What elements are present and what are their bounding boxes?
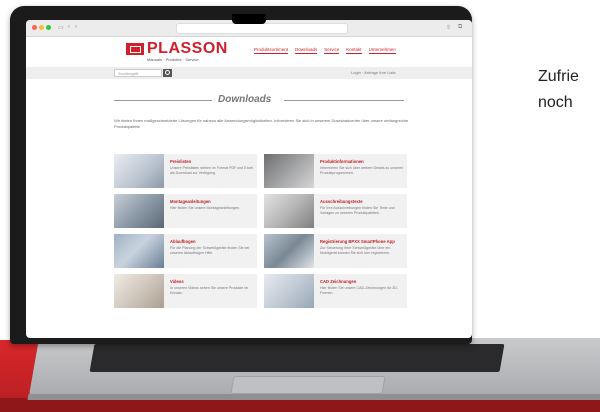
download-tile[interactable]: Montageanleitungen Hier finden Sie unser… (114, 194, 257, 228)
download-tile[interactable]: Ablaufbogen Für die Planung der Schweißg… (114, 234, 257, 268)
nav-item-downloads[interactable]: Downloads (295, 47, 318, 54)
account-links[interactable]: Login · Anfrage Ihre Liste (351, 70, 396, 75)
laptop-front-edge (27, 394, 600, 400)
tile-thumbnail (264, 234, 314, 268)
side-caption: Zufrie noch (538, 64, 579, 116)
caption-line-2: noch (538, 94, 573, 111)
tile-title: Preislisten (170, 159, 192, 164)
search-bar-strip: Suchbegriff Login · Anfrage Ihre Liste (26, 67, 472, 79)
site-header: PLASSON Manuals · Produkte · Service Pro… (26, 37, 472, 67)
desk-edge (0, 398, 600, 412)
nav-item-kontakt[interactable]: Kontakt (346, 47, 362, 54)
tile-description: Hier finden Sie unsere Montageanleitunge… (170, 206, 241, 210)
page-title: Downloads (218, 94, 272, 105)
caption-line-1: Zufrie (538, 68, 579, 85)
brand-logo-text[interactable]: PLASSON (147, 40, 228, 58)
download-tile[interactable]: Ausschreibungstexte Für Ihre Ausschreibu… (264, 194, 407, 228)
address-bar[interactable] (176, 23, 348, 34)
tile-title: Montageanleitungen (170, 199, 211, 204)
tile-thumbnail (114, 234, 164, 268)
heading-rule-left (114, 100, 212, 101)
tile-thumbnail (114, 194, 164, 228)
tile-description: Informieren Sie sich über weitere Detail… (320, 166, 404, 175)
tile-thumbnail (114, 154, 164, 188)
tile-thumbnail (264, 194, 314, 228)
close-window-icon[interactable] (32, 25, 37, 30)
main-navigation: Produktsortiment Downloads Service Konta… (254, 47, 396, 54)
download-tile[interactable]: Produktinformationen Informieren Sie sic… (264, 154, 407, 188)
download-tile[interactable]: CAD Zeichnungen Hier finden Sie unsere C… (264, 274, 407, 308)
back-icon[interactable]: ‹ (68, 24, 70, 30)
maximize-window-icon[interactable] (46, 25, 51, 30)
nav-item-unternehmen[interactable]: Unternehmen (368, 47, 396, 54)
tile-title: Videos (170, 279, 184, 284)
share-icon[interactable]: ⇧ (446, 24, 451, 31)
download-tile[interactable]: Preislisten Unsere Preislisten stehen im… (114, 154, 257, 188)
laptop-trackpad (230, 376, 386, 394)
tile-description: Zur Steuerung Ihrer Schweißgeräte über e… (320, 246, 391, 255)
tile-description: Hier finden Sie unsere CAD-Zeichnungen f… (320, 286, 399, 295)
tile-thumbnail (264, 274, 314, 308)
minimize-window-icon[interactable] (39, 25, 44, 30)
tile-description: In unseren Videos sehen Sie unsere Produ… (170, 286, 249, 295)
laptop-screen: ▭ ‹ › ⇧ ⧉ PLASSON Manuals · Produkte · S… (26, 20, 472, 338)
plasson-logo-icon[interactable] (126, 43, 144, 55)
tile-title: Ablaufbogen (170, 239, 196, 244)
camera-notch (232, 14, 266, 24)
tile-title: CAD Zeichnungen (320, 279, 357, 284)
download-tile[interactable]: Registrierung BPXX SmartPhone App Zur St… (264, 234, 407, 268)
tile-description: Für die Planung der Schweißgeräte finden… (170, 246, 250, 255)
search-button[interactable] (163, 69, 172, 77)
download-tile[interactable]: Videos In unseren Videos sehen Sie unser… (114, 274, 257, 308)
tile-title: Registrierung BPXX SmartPhone App (320, 239, 395, 244)
tile-description: Unsere Preislisten stehen im Format PDF … (170, 166, 254, 175)
forward-icon[interactable]: › (75, 24, 77, 30)
laptop-keyboard (89, 344, 505, 372)
tile-thumbnail (114, 274, 164, 308)
sidebar-icon[interactable]: ▭ (58, 24, 64, 31)
laptop-lid: ▭ ‹ › ⇧ ⧉ PLASSON Manuals · Produkte · S… (10, 6, 472, 344)
search-input[interactable]: Suchbegriff (114, 69, 162, 77)
tile-title: Produktinformationen (320, 159, 364, 164)
tile-description: Für Ihre Ausschreibungen finden Sie Text… (320, 206, 395, 215)
tile-title: Ausschreibungstexte (320, 199, 363, 204)
tile-thumbnail (264, 154, 314, 188)
intro-text: Wir bieten Ihnen maßgeschneiderte Lösung… (114, 118, 409, 129)
heading-rule-right (284, 100, 404, 101)
nav-item-service[interactable]: Service (324, 47, 340, 54)
tabs-icon[interactable]: ⧉ (458, 24, 462, 31)
downloads-heading-row: Downloads (114, 94, 404, 106)
nav-item-produktsortiment[interactable]: Produktsortiment (254, 47, 289, 54)
brand-tagline: Manuals · Produkte · Service (147, 57, 199, 62)
